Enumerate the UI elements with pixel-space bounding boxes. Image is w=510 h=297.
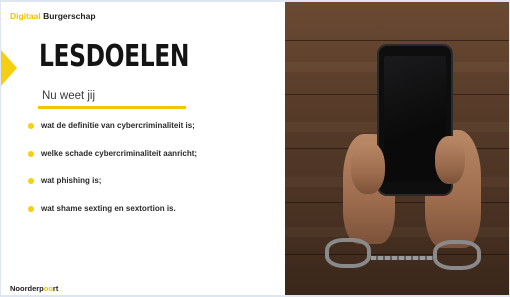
learning-goal: wat phishing is; xyxy=(28,175,197,203)
yellow-chevron-icon xyxy=(1,50,17,86)
publisher-logo-part1: Noorderp xyxy=(10,284,44,293)
slide: Digitaal Burgerschap LESDOELEN Nu weet j… xyxy=(1,2,509,295)
publisher-logo-part2: oo xyxy=(43,284,53,293)
learning-goal: wat de definitie van cybercriminaliteit … xyxy=(28,120,197,148)
publisher-logo-part3: rt xyxy=(52,284,59,293)
learning-goal-text: wat de definitie van cybercriminaliteit … xyxy=(41,121,195,130)
learning-goal-text: wat shame sexting en sextortion is. xyxy=(41,203,176,213)
learning-goals-list: wat de definitie van cybercriminaliteit … xyxy=(28,120,197,230)
handcuff-chain-icon xyxy=(371,256,433,260)
learning-goal-text: wat phishing is; xyxy=(41,176,102,185)
subtitle-underline xyxy=(38,106,186,109)
publisher-logo: Noorderpoort xyxy=(10,284,58,293)
learning-goal: welke schade cybercriminaliteit aanricht… xyxy=(28,148,197,176)
bullet-icon xyxy=(28,123,34,129)
learning-goal: wat shame sexting en sextortion is. xyxy=(28,203,197,231)
left-thumb xyxy=(351,142,385,194)
handcuff-right-icon xyxy=(433,240,481,270)
handcuffed-hands-phone-photo xyxy=(285,2,509,295)
slide-title: LESDOELEN xyxy=(39,39,190,74)
bullet-icon xyxy=(28,178,34,184)
slide-subtitle: Nu weet jij xyxy=(42,90,96,102)
learning-goal-text: welke schade cybercriminaliteit aanricht… xyxy=(41,148,198,158)
right-thumb xyxy=(435,136,465,184)
bullet-icon xyxy=(28,150,34,157)
course-brand-accent: Digitaal xyxy=(10,11,41,21)
wood-plank-seam xyxy=(285,40,509,41)
bullet-icon xyxy=(28,205,34,212)
course-brand: Digitaal Burgerschap xyxy=(10,11,96,21)
course-brand-rest: Burgerschap xyxy=(43,11,96,21)
handcuff-left-icon xyxy=(325,238,371,268)
